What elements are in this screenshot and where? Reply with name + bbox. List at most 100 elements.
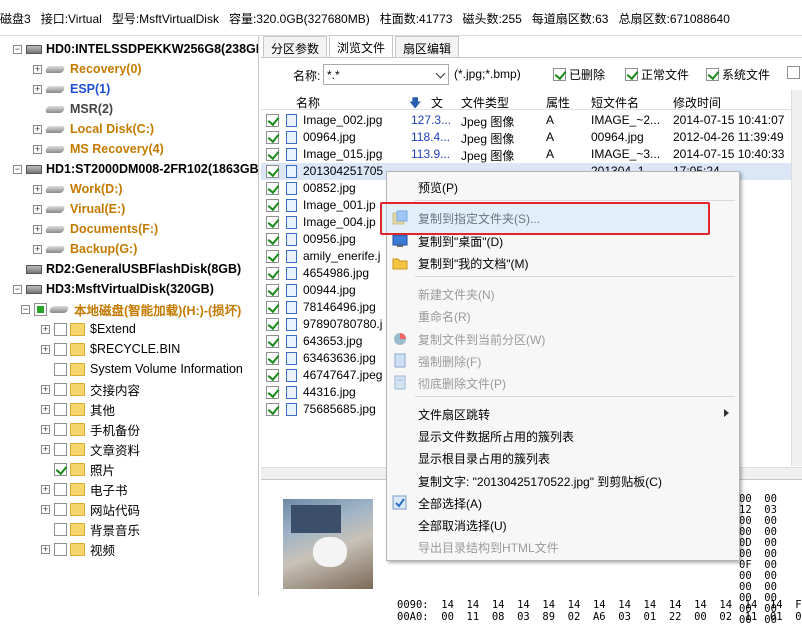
- expand-icon[interactable]: +: [41, 324, 50, 334]
- col-name[interactable]: 名称: [296, 94, 320, 111]
- tab-browse-files[interactable]: 浏览文件: [329, 35, 394, 57]
- row-checkbox[interactable]: [266, 301, 279, 314]
- expand-icon[interactable]: +: [33, 184, 42, 194]
- tree-node[interactable]: + 文章资料: [41, 439, 140, 459]
- row-checkbox[interactable]: [266, 182, 279, 195]
- tree-checkbox[interactable]: [54, 422, 67, 436]
- collapse-icon[interactable]: −: [13, 164, 22, 174]
- col-type[interactable]: 文件类型: [461, 94, 509, 111]
- normal-filter[interactable]: 正常文件: [625, 66, 689, 83]
- table-row[interactable]: Image_015.jpg 113.9... Jpeg 图像 A IMAGE_~3...…: [261, 146, 802, 163]
- row-checkbox[interactable]: [266, 148, 279, 161]
- row-checkbox[interactable]: [266, 386, 279, 399]
- expand-icon[interactable]: +: [41, 484, 50, 494]
- tab-partition-params[interactable]: 分区参数: [263, 36, 328, 57]
- row-checkbox[interactable]: [266, 267, 279, 280]
- tree-node[interactable]: + Recovery(0): [33, 59, 142, 79]
- extra-checkbox[interactable]: [787, 66, 800, 79]
- tree-node[interactable]: + 其他: [41, 399, 115, 419]
- expand-icon[interactable]: +: [41, 504, 50, 514]
- tree-node[interactable]: + Backup(G:): [33, 239, 137, 259]
- expand-icon[interactable]: +: [41, 424, 50, 434]
- deleted-filter[interactable]: 已删除: [553, 66, 605, 83]
- tree-checkbox[interactable]: [54, 542, 67, 556]
- menu-item[interactable]: 复制文字: "20130425170522.jpg" 到剪贴板(C): [387, 470, 739, 492]
- row-checkbox[interactable]: [266, 403, 279, 416]
- expand-icon[interactable]: +: [41, 344, 50, 354]
- col-attr[interactable]: 属性: [546, 94, 570, 111]
- tree-node[interactable]: − HD1:ST2000DM008-2FR102(1863GB): [13, 159, 258, 179]
- collapse-icon[interactable]: −: [13, 284, 22, 294]
- row-checkbox[interactable]: [266, 284, 279, 297]
- row-checkbox[interactable]: [266, 318, 279, 331]
- tree-node[interactable]: + Work(D:): [33, 179, 123, 199]
- tree-node[interactable]: + 网站代码: [41, 499, 140, 519]
- tree-checkbox[interactable]: [34, 302, 47, 316]
- col-short-name[interactable]: 短文件名: [591, 94, 639, 111]
- collapse-icon[interactable]: −: [21, 304, 30, 314]
- row-checkbox[interactable]: [266, 216, 279, 229]
- tree-node[interactable]: + $RECYCLE.BIN: [41, 339, 180, 359]
- tree-checkbox[interactable]: [54, 402, 67, 416]
- table-row[interactable]: 00964.jpg 118.4... Jpeg 图像 A 00964.jpg 2012-0…: [261, 129, 802, 146]
- tree-checkbox[interactable]: [54, 442, 67, 456]
- expand-icon[interactable]: +: [41, 384, 50, 394]
- normal-checkbox[interactable]: [625, 68, 638, 81]
- tree-node[interactable]: + Local Disk(C:): [33, 119, 154, 139]
- menu-item[interactable]: 复制到"我的文档"(M): [387, 252, 739, 274]
- tree-node[interactable]: − HD0:INTELSSDPEKKW256G8(238GB): [13, 39, 258, 59]
- expand-icon[interactable]: +: [33, 204, 42, 214]
- expand-icon[interactable]: +: [41, 544, 50, 554]
- row-checkbox[interactable]: [266, 233, 279, 246]
- tree-node[interactable]: + 手机备份: [41, 419, 140, 439]
- tree-checkbox[interactable]: [54, 502, 67, 516]
- tree-node[interactable]: + 电子书: [41, 479, 128, 499]
- tab-sector-edit[interactable]: 扇区编辑: [395, 36, 460, 57]
- system-filter[interactable]: 系统文件: [706, 66, 770, 83]
- row-checkbox[interactable]: [266, 131, 279, 144]
- tree-node[interactable]: + $Extend: [41, 319, 136, 339]
- expand-icon[interactable]: +: [33, 244, 42, 254]
- expand-icon[interactable]: +: [33, 124, 42, 134]
- expand-icon[interactable]: +: [33, 84, 42, 94]
- menu-item[interactable]: 显示根目录占用的簇列表: [387, 447, 739, 469]
- deleted-checkbox[interactable]: [553, 68, 566, 81]
- tree-node[interactable]: + Documents(F:): [33, 219, 158, 239]
- row-checkbox[interactable]: [266, 250, 279, 263]
- tree-checkbox[interactable]: [54, 362, 67, 376]
- vertical-scrollbar[interactable]: [791, 90, 802, 466]
- expand-icon[interactable]: +: [33, 64, 42, 74]
- row-checkbox[interactable]: [266, 114, 279, 127]
- name-filter-combo[interactable]: *.*: [323, 64, 449, 85]
- tree-node[interactable]: 照片: [41, 459, 115, 479]
- tree-checkbox[interactable]: [54, 322, 67, 336]
- col-size[interactable]: 文: [431, 94, 443, 111]
- tree-node[interactable]: + MS Recovery(4): [33, 139, 164, 159]
- tree-checkbox[interactable]: [54, 482, 67, 496]
- tree-checkbox[interactable]: [54, 342, 67, 356]
- menu-item[interactable]: 全部取消选择(U): [387, 514, 739, 536]
- row-checkbox[interactable]: [266, 335, 279, 348]
- menu-item[interactable]: 文件扇区跳转: [387, 403, 739, 425]
- expand-icon[interactable]: +: [33, 224, 42, 234]
- extra-filter[interactable]: [787, 66, 802, 79]
- menu-item[interactable]: 预览(P): [387, 176, 739, 198]
- tree-node[interactable]: 背景音乐: [41, 519, 140, 539]
- tree-node[interactable]: − 本地磁盘(智能加载)(H:)-(损坏): [21, 299, 241, 319]
- row-checkbox[interactable]: [266, 199, 279, 212]
- system-checkbox[interactable]: [706, 68, 719, 81]
- collapse-icon[interactable]: −: [13, 44, 22, 54]
- tree-checkbox[interactable]: [54, 462, 67, 476]
- expand-icon[interactable]: +: [33, 144, 42, 154]
- tree-node[interactable]: MSR(2): [33, 99, 113, 119]
- tree-checkbox[interactable]: [54, 382, 67, 396]
- row-checkbox[interactable]: [266, 352, 279, 365]
- row-checkbox[interactable]: [266, 165, 279, 178]
- tree-node[interactable]: + 视频: [41, 539, 115, 559]
- tree-node[interactable]: RD2:GeneralUSBFlashDisk(8GB): [13, 259, 241, 279]
- tree-node[interactable]: + ESP(1): [33, 79, 110, 99]
- menu-item[interactable]: 全部选择(A): [387, 492, 739, 514]
- expand-icon[interactable]: +: [41, 404, 50, 414]
- chevron-down-icon[interactable]: [435, 68, 446, 79]
- expand-icon[interactable]: +: [41, 444, 50, 454]
